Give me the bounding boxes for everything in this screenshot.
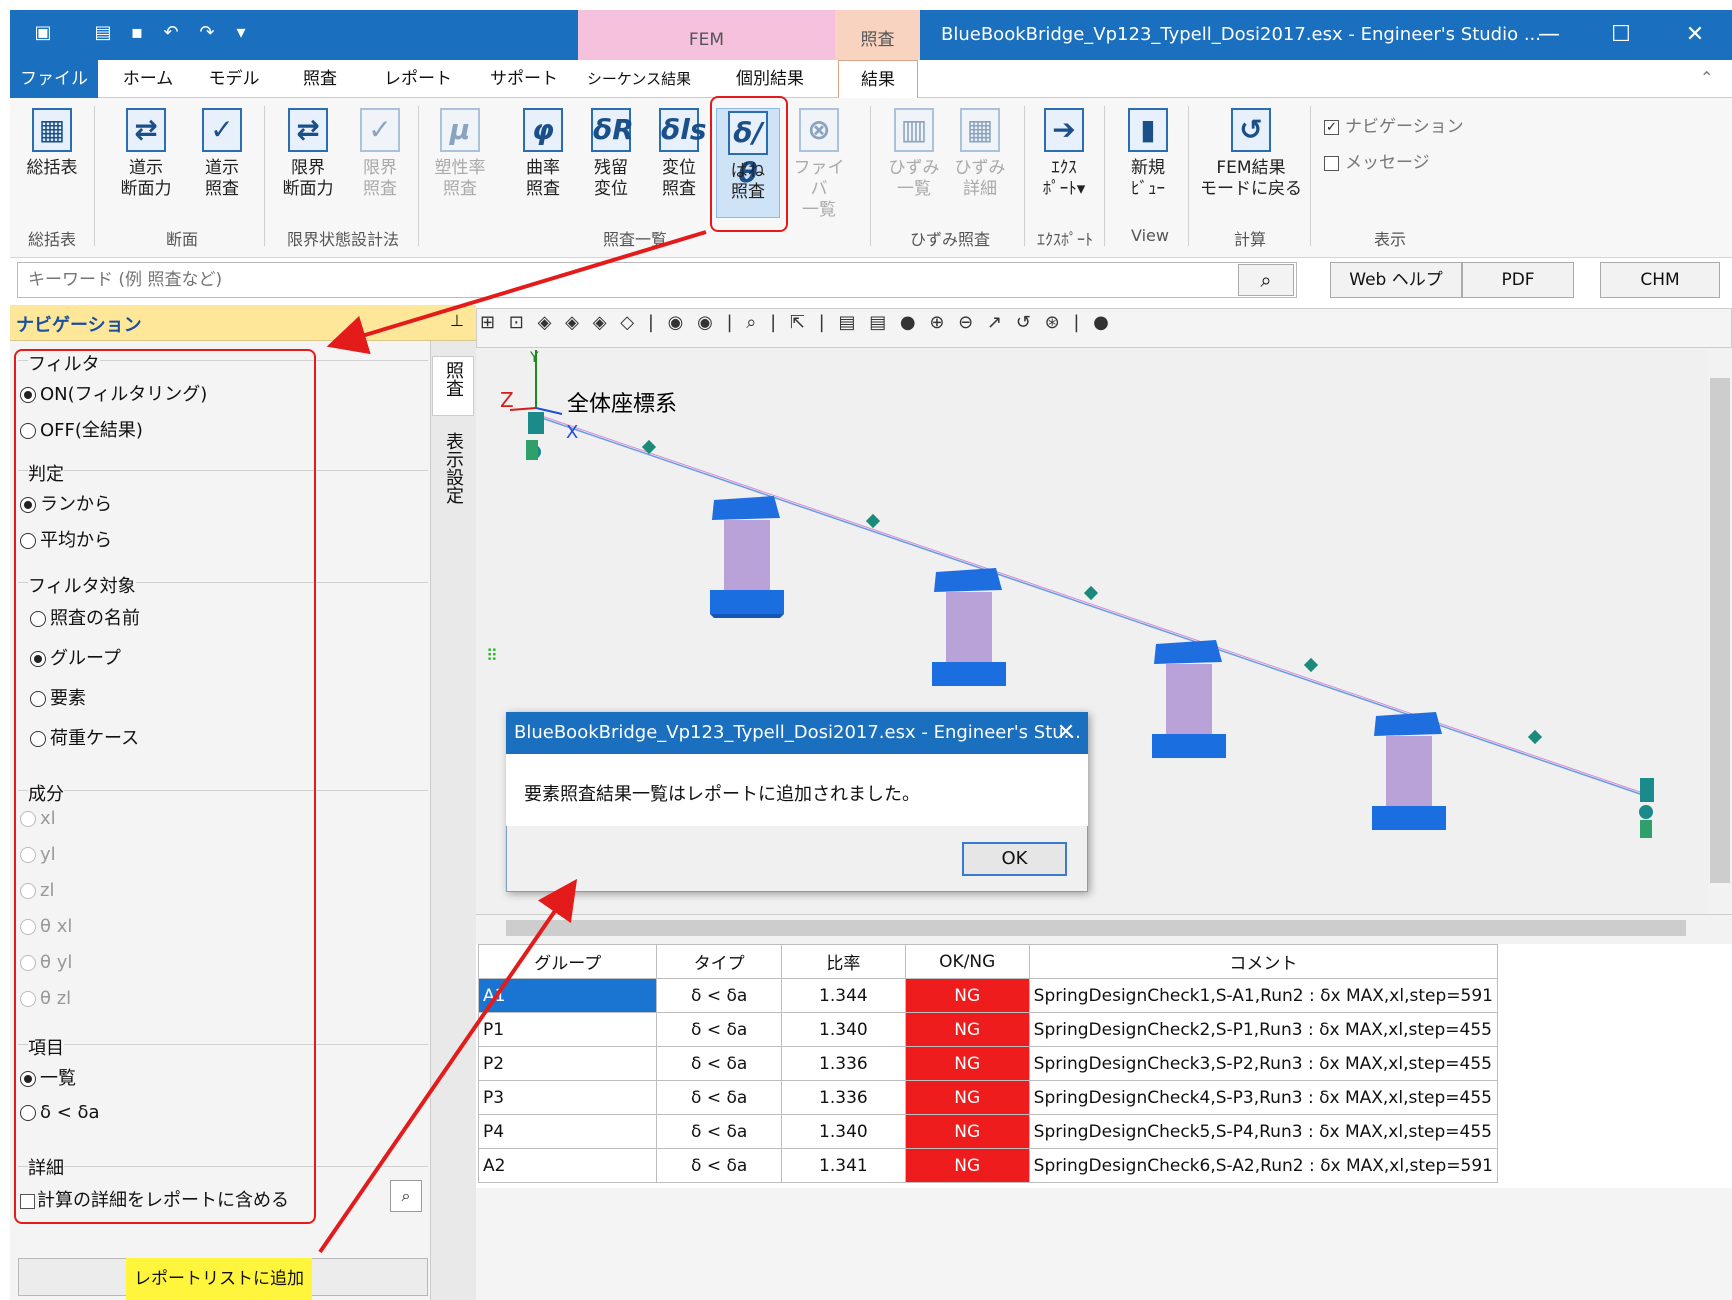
annotation-arrows	[318, 230, 707, 1254]
arrow-to-navigation	[326, 230, 707, 355]
arrow-to-dialog	[318, 878, 578, 1254]
